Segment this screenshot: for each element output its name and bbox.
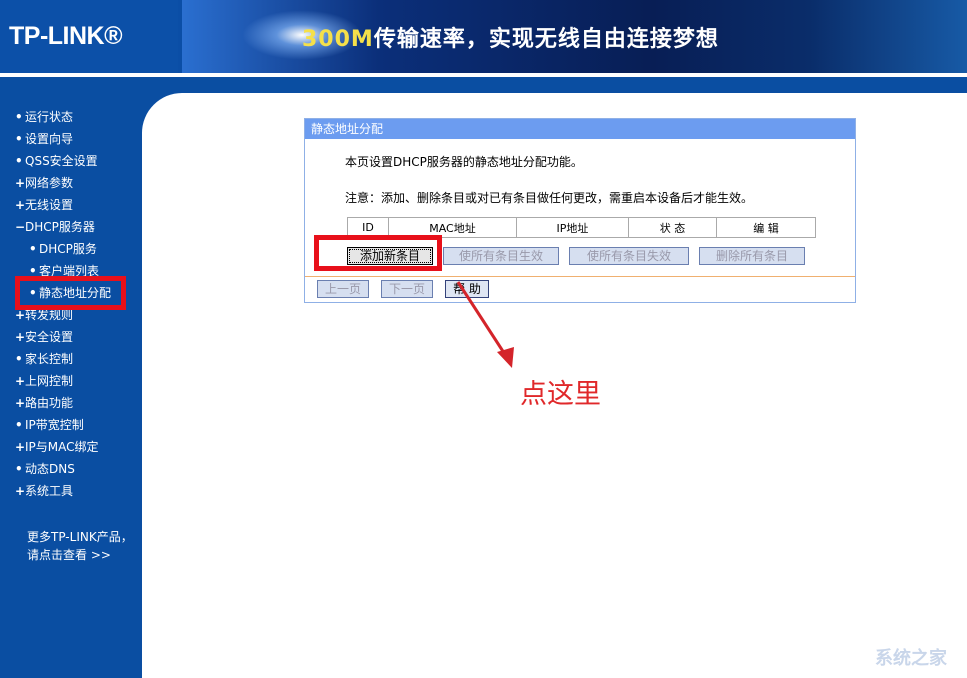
hint-text: 点这里 <box>520 372 601 411</box>
arrow-annotation <box>0 0 967 678</box>
arrow-head <box>497 347 514 368</box>
watermark: 系统之家 <box>875 644 947 670</box>
arrow-line <box>458 282 506 356</box>
